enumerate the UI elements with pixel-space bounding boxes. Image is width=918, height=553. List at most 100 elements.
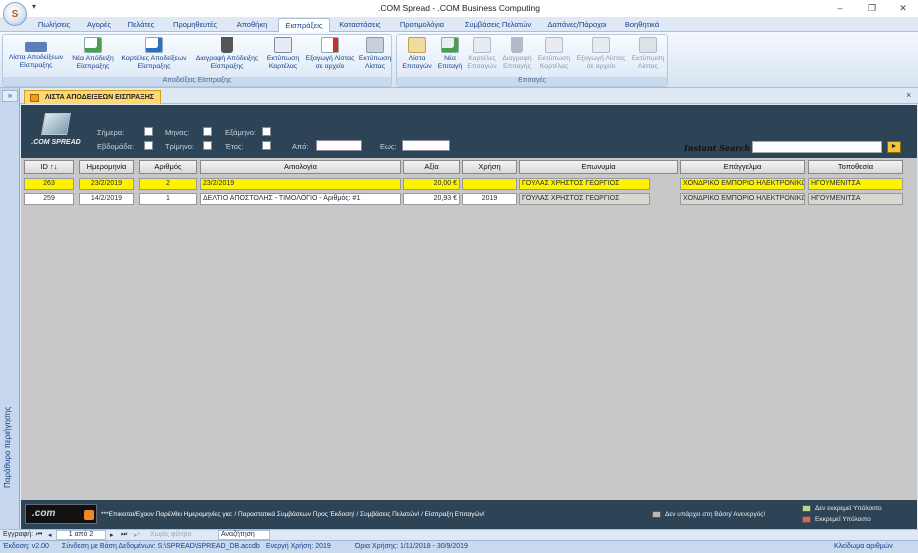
table-row[interactable]: 259 14/2/2019 1 ΔΕΛΤΙΟ ΑΠΟΣΤΟΛΗΣ - ΤΙΜΟΛ… — [21, 192, 917, 206]
export-icon — [321, 37, 339, 53]
legend-inactive-swatch — [652, 511, 661, 518]
filter-from-label: Από: — [292, 142, 309, 151]
expand-nav-pane-button[interactable]: » — [2, 90, 18, 102]
tab-warehouse[interactable]: Αποθήκη — [232, 18, 272, 32]
new-record-button[interactable]: ▸* — [134, 531, 140, 539]
tab-sales[interactable]: Πωλήσεις — [32, 18, 76, 32]
cell-id[interactable]: 259 — [24, 193, 74, 205]
maximize-button[interactable]: ❐ — [857, 2, 887, 14]
doc-tab-receipts-list[interactable]: ΛΙΣΤΑ ΑΠΟΔΕΙΞΕΩΝ ΕΙΣΠΡΑΞΗΣ — [24, 90, 161, 104]
delete-cheque-button[interactable]: Διαγραφή Επιταγής — [499, 37, 535, 70]
cell-id[interactable]: 263 — [24, 178, 74, 190]
filter-month-checkbox[interactable] — [203, 127, 212, 136]
close-doc-button[interactable]: × — [906, 90, 911, 100]
delete-receipt-button[interactable]: Διαγραφή Απόδειξης Είσπραξης — [191, 37, 263, 70]
last-record-button[interactable]: ⏭ — [121, 531, 127, 539]
tab-reports[interactable]: Καταστάσεις — [335, 18, 385, 32]
instant-search-input[interactable] — [752, 141, 882, 153]
print-cheque-list-button[interactable]: Εκτύπωση Λίστας — [629, 37, 667, 70]
filter-month-label: Μηνας: — [165, 128, 190, 137]
cell-year[interactable]: 2019 — [462, 193, 517, 205]
filter-year-label: Έτος: — [225, 142, 244, 151]
printer-icon — [639, 37, 657, 53]
col-header-id[interactable]: ID ↑↓ — [24, 160, 74, 174]
date-to-input[interactable] — [402, 140, 450, 151]
col-header-location[interactable]: Τοποθεσία — [808, 160, 903, 174]
print-preview-icon — [545, 37, 563, 53]
status-year: Ενεργή Χρήση: 2019 — [266, 543, 331, 550]
group-caption-cheques: Επιταγές — [397, 77, 667, 86]
navigation-pane-label[interactable]: Παράθυρο περιήγησης — [3, 368, 17, 488]
col-header-profession[interactable]: Επάγγελμα — [680, 160, 805, 174]
print-cheque-card-button[interactable]: Εκτύπωση Καρτέλας — [535, 37, 573, 70]
filter-toggle[interactable]: Χωρίς φίλτρο — [150, 531, 191, 538]
table-row[interactable]: 263 23/2/2019 2 23/2/2019 20,00 € ΓΟΥΛΑΣ… — [21, 177, 917, 191]
tab-suppliers[interactable]: Προμηθευτές — [166, 18, 224, 32]
cell-number[interactable]: 1 — [139, 193, 197, 205]
ribbon-group-cheques: Λίστα Επιταγών Νέα Επιταγή Καρτέλες Επιτ… — [396, 34, 668, 87]
cell-profession[interactable]: ΧΟΝΔΡΙΚΟ ΕΜΠΟΡΙΟ ΗΛΕΚΤΡΟΝΙΚΩΝ — [680, 193, 805, 205]
cell-amount[interactable]: 20,00 € — [403, 178, 460, 190]
new-cheque-button[interactable]: Νέα Επιταγή — [435, 37, 465, 70]
minimize-button[interactable]: – — [825, 2, 855, 14]
receipts-list-button[interactable]: Λίστα Αποδείξεων Είσπραξης — [5, 37, 67, 69]
tab-receipts[interactable]: Εισπράξεις — [278, 18, 330, 32]
col-header-name[interactable]: Επωνυμία — [519, 160, 678, 174]
cheques-list-button[interactable]: Λίστα Επιταγών — [399, 37, 435, 70]
cell-profession[interactable]: ΧΟΝΔΡΙΚΟ ΕΜΠΟΡΙΟ ΗΛΕΚΤΡΟΝΙΚΩΝ — [680, 178, 805, 190]
cell-year[interactable] — [462, 178, 517, 190]
cell-date[interactable]: 14/2/2019 — [79, 193, 134, 205]
cell-name[interactable]: ΓΟΥΛΑΣ ΧΡΗΣΤΟΣ ΓΕΩΡΓΙΟΣ — [519, 178, 650, 190]
print-card-button[interactable]: Εκτύπωση Καρτέλας — [263, 37, 303, 70]
filter-week-checkbox[interactable] — [144, 141, 153, 150]
col-header-year[interactable]: Χρήση — [462, 160, 517, 174]
next-record-button[interactable]: ▸ — [110, 531, 114, 539]
date-from-input[interactable] — [316, 140, 362, 151]
cell-amount[interactable]: 20,93 € — [403, 193, 460, 205]
cell-reason[interactable]: ΔΕΛΤΙΟ ΑΠΟΣΤΟΛΗΣ - ΤΙΜΟΛΟΓΙΟ - Αριθμός: … — [200, 193, 401, 205]
tab-customers[interactable]: Πελάτες — [123, 18, 159, 32]
export-cheque-list-button[interactable]: Εξαγωγή Λίστας σε αρχείο — [573, 37, 629, 70]
prev-record-button[interactable]: ◂ — [48, 531, 52, 539]
footer-logo-text: .com — [32, 508, 56, 519]
filter-year-checkbox[interactable] — [262, 141, 271, 150]
cell-location[interactable]: ΗΓΟΥΜΕΝΙΤΣΑ — [808, 193, 903, 205]
print-list-button[interactable]: Εκτύπωση Λίστας — [357, 37, 393, 70]
cell-location[interactable]: ΗΓΟΥΜΕΝΙΤΣΑ — [808, 178, 903, 190]
cell-number[interactable]: 2 — [139, 178, 197, 190]
close-button[interactable]: ✕ — [888, 2, 918, 14]
receipt-cards-button[interactable]: Καρτέλες Αποδείξεων Είσπραξης — [119, 37, 189, 70]
tab-purchases[interactable]: Αγορές — [82, 18, 116, 32]
tab-customer-contracts[interactable]: Συμβάσεις Πελατών — [460, 18, 536, 32]
tab-utilities[interactable]: Βοηθητικά — [618, 18, 666, 32]
record-search-input[interactable]: Αναζήτηση — [218, 530, 270, 540]
tab-expenses[interactable]: Δαπάνες/Πάροχοι — [542, 18, 612, 32]
cheque-list-icon — [408, 37, 426, 53]
cheque-cards-button[interactable]: Καρτέλες Επιταγών — [465, 37, 499, 70]
export-list-button[interactable]: Εξαγωγή Λίστας σε αρχείο — [303, 37, 357, 70]
doc-tab-label: ΛΙΣΤΑ ΑΠΟΔΕΙΞΕΩΝ ΕΙΣΠΡΑΞΗΣ — [45, 94, 154, 101]
filter-quarter-checkbox[interactable] — [203, 141, 212, 150]
first-record-button[interactable]: ⏮ — [36, 531, 42, 539]
title-bar: ▾ .COM Spread - .COM Business Computing … — [0, 0, 918, 17]
window-title: .COM Spread - .COM Business Computing — [377, 3, 541, 13]
office-orb-button[interactable]: S — [3, 2, 27, 26]
record-position-input[interactable]: 1 από 2 — [56, 530, 106, 540]
col-header-reason[interactable]: Αιτιολογία — [200, 160, 401, 174]
filter-semester-checkbox[interactable] — [262, 127, 271, 136]
cell-name[interactable]: ΓΟΥΛΑΣ ΧΡΗΣΤΟΣ ΓΕΩΡΓΙΟΣ — [519, 193, 650, 205]
filter-today-label: Σήμερα: — [97, 128, 125, 137]
cell-date[interactable]: 23/2/2019 — [79, 178, 134, 190]
receipts-grid: ID ↑↓ Ημερομηνία Αριθμός Αιτιολογία Αξία… — [21, 158, 917, 500]
col-header-amount[interactable]: Αξία — [403, 160, 460, 174]
status-db: Σύνδεση με Βάση Δεδομένων: S:\SPREAD\SPR… — [62, 543, 260, 550]
col-header-number[interactable]: Αριθμός — [139, 160, 197, 174]
form-footer: .com ***Επικειται/Εχουν Παρέλθει Ημερομη… — [21, 500, 917, 529]
record-label: Εγγραφή: — [3, 531, 34, 538]
col-header-date[interactable]: Ημερομηνία — [79, 160, 134, 174]
new-receipt-button[interactable]: Νέα Απόδειξη Είσπραξης — [69, 37, 117, 70]
cell-reason[interactable]: 23/2/2019 — [200, 178, 401, 190]
tab-pro-invoices[interactable]: Προτιμολόγια — [396, 18, 448, 32]
filter-today-checkbox[interactable] — [144, 127, 153, 136]
search-go-button[interactable]: ► — [887, 141, 901, 153]
